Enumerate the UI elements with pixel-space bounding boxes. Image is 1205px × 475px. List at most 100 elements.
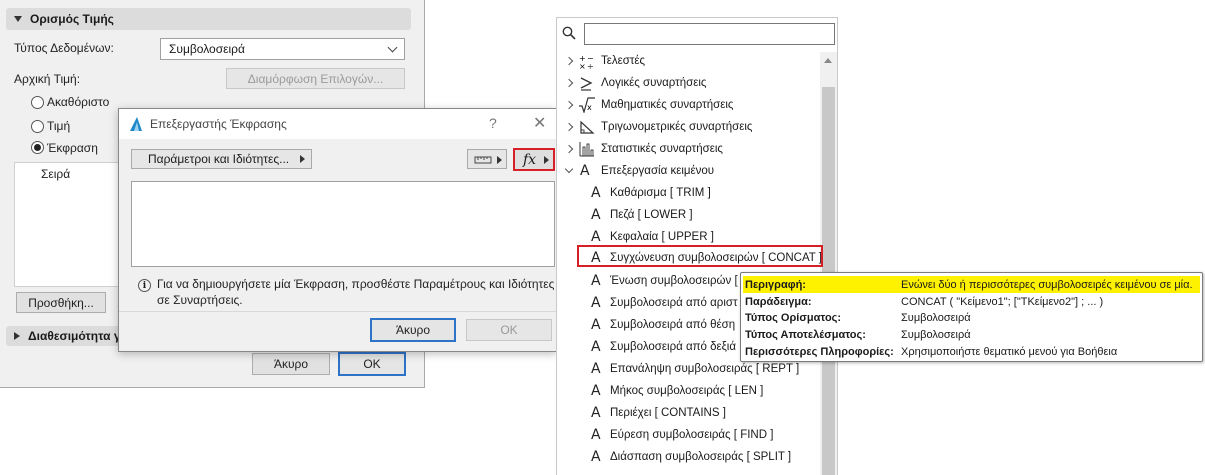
tree-function-len[interactable]: A Μήκος συμβολοσειράς [ LEN ] [557, 380, 819, 401]
expand-chevron-icon[interactable] [564, 122, 574, 131]
function-tree-panel: + − × ÷ Τελεστές Λογικές συναρτήσεις x Μαθ… [556, 17, 838, 475]
radio-undefined-label: Ακαθόριστο [47, 95, 110, 109]
text-function-icon: A [591, 316, 601, 333]
trig-icon [580, 120, 595, 134]
collapse-triangle-icon [14, 16, 22, 22]
category-label: Τριγωνομετρικές συναρτήσεις [601, 120, 753, 133]
function-label: Συμβολοσειρά από δεξιά [610, 340, 737, 353]
function-label: Επανάληψη συμβολοσειράς [ REPT ] [610, 362, 800, 375]
tooltip-arg-type-row: Τύπος Ορίσματος: Συμβολοσειρά [745, 309, 1200, 326]
tooltip-value: CONCAT ( "Κείμενο1"; ["ΤΚείμενο2"] ; ...… [901, 295, 1104, 308]
tooltip-key: Περιγραφή: [745, 278, 806, 291]
function-label: Κεφαλαία [ UPPER ] [610, 230, 714, 243]
function-label: Συμβολοσειρά από θέση [610, 318, 736, 331]
tooltip-value: Συμβολοσειρά [901, 311, 971, 324]
tooltip-result-type-row: Τύπος Αποτελέσματος: Συμβολοσειρά [745, 326, 1200, 343]
text-function-icon: A [591, 448, 601, 465]
tooltip-value: Ενώνει δύο ή περισσότερες συμβολοσειρές … [901, 278, 1193, 291]
data-type-select[interactable]: Συμβολοσειρά [160, 38, 405, 60]
ok-button[interactable]: OK [338, 352, 406, 376]
svg-text:×: × [579, 62, 586, 69]
tree-function-lower[interactable]: A Πεζά [ LOWER ] [557, 204, 819, 225]
expression-input[interactable] [131, 181, 555, 267]
tree-category-logical[interactable]: Λογικές συναρτήσεις [557, 72, 819, 93]
expand-chevron-icon[interactable] [564, 78, 574, 87]
expand-triangle-icon [14, 332, 20, 340]
section-title: Διαθεσιμότητα γ [28, 329, 121, 343]
tree-category-operators[interactable]: + − × ÷ Τελεστές [557, 50, 819, 71]
expand-chevron-icon[interactable] [564, 144, 574, 153]
text-function-icon: A [591, 184, 601, 201]
section-title: Ορισμός Τιμής [30, 12, 114, 26]
tree-category-math[interactable]: x Μαθηματικές συναρτήσεις [557, 94, 819, 115]
stats-icon [579, 141, 594, 156]
radio-expression[interactable] [31, 141, 44, 154]
scroll-up-icon[interactable] [824, 58, 832, 63]
function-label: Καθάρισμα [ TRIM ] [610, 186, 711, 199]
collapse-chevron-icon[interactable] [564, 164, 574, 173]
section-header-value-definition[interactable]: Ορισμός Τιμής [6, 8, 411, 30]
app-logo-icon [130, 117, 142, 131]
expr-cancel-button[interactable]: Άκυρο [370, 318, 456, 342]
initial-value-label: Αρχική Τιμή: [14, 72, 81, 86]
text-function-icon: A [591, 272, 601, 289]
text-function-icon: A [591, 294, 601, 311]
tooltip-more-info-row: Περισσότερες Πληροφορίες: Χρησιμοποιήστε… [745, 343, 1200, 360]
configure-options-button[interactable]: Διαμόρφωση Επιλογών... [226, 68, 405, 89]
tree-function-split[interactable]: A Διάσπαση συμβολοσειράς [ SPLIT ] [557, 446, 819, 467]
arrow-right-icon [300, 155, 305, 163]
tooltip-key: Τύπος Ορίσματος: [745, 311, 842, 324]
cancel-button[interactable]: Άκυρο [252, 353, 330, 375]
search-input[interactable] [584, 23, 835, 45]
tree-function-upper[interactable]: A Κεφαλαία [ UPPER ] [557, 226, 819, 247]
function-label: Εύρεση συμβολοσειράς [ FIND ] [610, 428, 774, 441]
divider [119, 311, 556, 312]
close-icon[interactable]: ✕ [533, 113, 546, 133]
text-function-icon: A [591, 228, 601, 245]
tooltip-value: Συμβολοσειρά [901, 328, 971, 341]
tree-function-find[interactable]: A Εύρεση συμβολοσειράς [ FIND ] [557, 424, 819, 445]
function-label: Διάσπαση συμβολοσειράς [ SPLIT ] [610, 450, 792, 463]
column-label: Σειρά [41, 167, 71, 181]
tooltip-description-row: Περιγραφή: Ενώνει δύο ή περισσότερες συμ… [745, 276, 1200, 293]
info-text: Για να δημιουργήσετε μία Έκφραση, προσθέ… [157, 277, 555, 307]
radio-value-label: Τιμή [47, 119, 71, 133]
logical-icon [580, 76, 593, 91]
fx-icon: fx [523, 151, 537, 168]
expand-chevron-icon[interactable] [564, 56, 574, 65]
text-function-icon: A [591, 382, 601, 399]
text-function-icon: A [591, 404, 601, 421]
tree-category-stats[interactable]: Στατιστικές συναρτήσεις [557, 138, 819, 159]
tooltip-example-row: Παράδειγμα: CONCAT ( "Κείμενο1"; ["ΤΚείμ… [745, 293, 1200, 310]
tree-function-contains[interactable]: A Περιέχει [ CONTAINS ] [557, 402, 819, 423]
tree-function-trim[interactable]: A Καθάρισμα [ TRIM ] [557, 182, 819, 203]
tree-category-trig[interactable]: Τριγωνομετρικές συναρτήσεις [557, 116, 819, 137]
text-function-icon: A [591, 338, 601, 355]
search-icon [562, 26, 576, 40]
svg-text:x: x [587, 103, 592, 112]
ruler-icon [474, 156, 502, 164]
text-function-icon: A [591, 206, 601, 223]
function-label: Περιέχει [ CONTAINS ] [610, 406, 726, 419]
tree-category-text[interactable]: A Επεξεργασία κειμένου [557, 160, 819, 181]
category-label: Μαθηματικές συναρτήσεις [601, 98, 734, 111]
radio-expression-label: Έκφραση [47, 141, 98, 155]
function-label: Συμβολοσειρά από αριστ [610, 296, 738, 309]
dialog-titlebar[interactable]: Επεξεργαστής Έκφρασης ? ✕ [119, 109, 556, 139]
functions-button[interactable]: fx [513, 148, 555, 171]
tooltip-key: Περισσότερες Πληροφορίες: [745, 345, 894, 358]
dialog-title: Επεξεργαστής Έκφρασης [150, 117, 287, 131]
function-label: Μήκος συμβολοσειράς [ LEN ] [610, 384, 764, 397]
data-type-label: Τύπος Δεδομένων: [14, 41, 114, 55]
help-icon[interactable]: ? [489, 115, 497, 131]
expr-ok-button[interactable]: OK [466, 319, 552, 341]
radio-undefined[interactable] [31, 96, 44, 109]
category-label: Στατιστικές συναρτήσεις [601, 142, 723, 155]
add-button[interactable]: Προσθήκη... [16, 292, 106, 313]
units-button[interactable] [467, 149, 507, 169]
expand-chevron-icon[interactable] [564, 100, 574, 109]
radio-value[interactable] [31, 120, 44, 133]
category-label: Επεξεργασία κειμένου [601, 164, 715, 177]
category-label: Λογικές συναρτήσεις [601, 76, 707, 89]
parameters-properties-button[interactable]: Παράμετροι και Ιδιότητες... [131, 149, 312, 169]
